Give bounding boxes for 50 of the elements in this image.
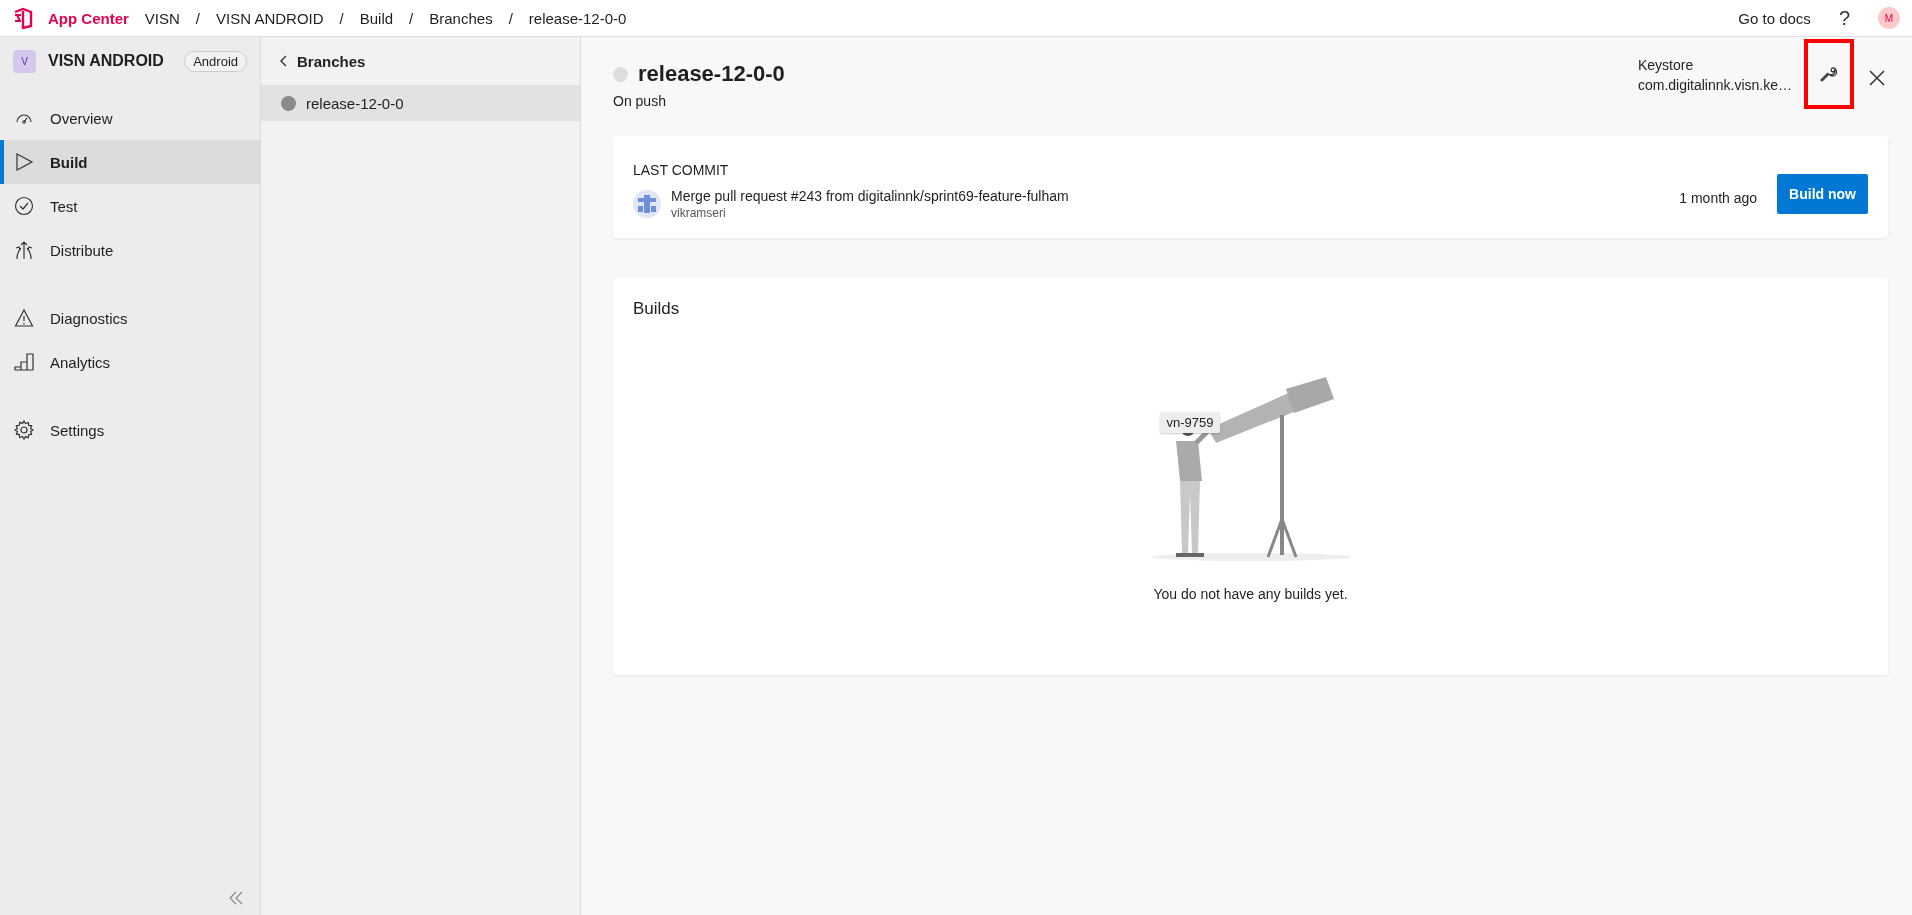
breadcrumb-link[interactable]: Branches: [429, 9, 493, 27]
collapse-icon[interactable]: [228, 891, 244, 905]
sidebar-item[interactable]: Build: [0, 140, 260, 184]
breadcrumb-separator: /: [508, 9, 513, 27]
branch-item[interactable]: release-12-0-0: [261, 85, 580, 121]
sidebar-item[interactable]: Analytics: [0, 340, 260, 384]
app-name: VISN ANDROID: [48, 52, 165, 70]
tooltip: vn-9759: [1159, 412, 1221, 433]
bar-chart-icon: [14, 352, 34, 372]
chevron-left-icon: [279, 55, 289, 67]
sidebar-item[interactable]: Diagnostics: [0, 296, 260, 340]
help-button[interactable]: ?: [1838, 6, 1850, 30]
app-icon: V: [13, 49, 36, 73]
keystore-label: Keystore: [1637, 56, 1695, 75]
commit-time: 1 month ago: [1679, 190, 1758, 206]
brand-name[interactable]: App Center: [48, 9, 129, 27]
platform-tag: Android: [184, 50, 247, 72]
breadcrumb-separator: /: [339, 9, 344, 27]
status-dot: [613, 66, 628, 82]
play-icon: [14, 152, 34, 172]
empty-state-text: You do not have any builds yet.: [1153, 586, 1348, 602]
sidebar-item[interactable]: Overview: [0, 96, 260, 140]
commit-author: vikramseri: [671, 206, 727, 220]
section-heading: LAST COMMIT: [633, 162, 730, 178]
trigger-text: On push: [613, 93, 667, 109]
breadcrumb-link[interactable]: release-12-0-0: [528, 9, 627, 27]
docs-link[interactable]: Go to docs: [1738, 9, 1811, 27]
branch-status-dot: [281, 95, 296, 111]
sidebar-item[interactable]: Test: [0, 184, 260, 228]
breadcrumb-link[interactable]: VISN ANDROID: [216, 9, 324, 27]
sidebar-item[interactable]: Distribute: [0, 228, 260, 272]
author-avatar: [633, 190, 661, 218]
builds-heading: Builds: [633, 299, 681, 319]
breadcrumb-link[interactable]: VISN: [144, 9, 180, 27]
breadcrumb-separator: /: [195, 9, 201, 27]
breadcrumb-separator: /: [409, 9, 414, 27]
warning-icon: [14, 308, 34, 328]
checkmark-circle-icon: [14, 196, 34, 216]
app-logo-icon[interactable]: [12, 7, 34, 29]
configure-button[interactable]: [1804, 39, 1854, 109]
branch-title: release-12-0-0: [638, 61, 785, 87]
wrench-icon: [1820, 65, 1838, 83]
gear-icon: [14, 420, 34, 440]
build-now-button[interactable]: Build now: [1777, 174, 1868, 214]
breadcrumb-link[interactable]: Build: [359, 9, 394, 27]
commit-message: Merge pull request #243 from digitalinnk/sprint69-feature-fulham: [671, 188, 1069, 204]
sidebar-item[interactable]: Settings: [0, 408, 260, 452]
split-arrows-icon: [14, 240, 34, 260]
keystore-value: com.digitalinnk.visn.ke…: [1637, 76, 1792, 95]
branches-back-link[interactable]: Branches: [261, 37, 580, 85]
